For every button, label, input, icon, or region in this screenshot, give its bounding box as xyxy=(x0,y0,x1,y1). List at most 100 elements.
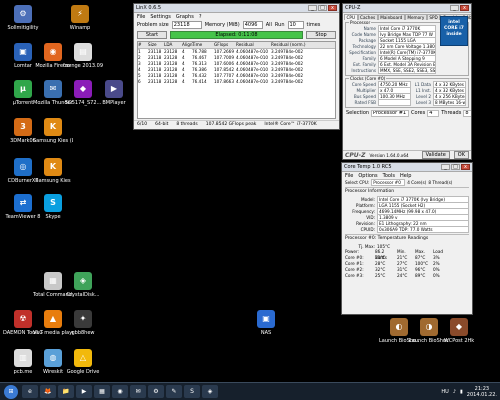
column-header[interactable]: Residual xyxy=(236,42,271,48)
temperature-table: Power: 86.2 Watts Min. Max. Load Core #0… xyxy=(342,249,472,279)
taskbar-app-icon[interactable]: ✉ xyxy=(130,385,146,398)
cache-value: 8 MBytes 16-way xyxy=(433,98,466,106)
menu-graphs[interactable]: Graphs xyxy=(176,14,194,20)
cache-label: L1 Data xyxy=(414,81,431,87)
desktop-icon[interactable]: ◆ WCPost 2Hk xyxy=(439,318,479,344)
linx-window: LinX 0.6.5 _ □ x File Settings Graphs ? … xyxy=(133,3,340,130)
desktop-icon-label: gbb8hew xyxy=(71,330,95,336)
desktop-icon[interactable]: S Skype xyxy=(33,194,73,220)
minimize-button[interactable]: _ xyxy=(441,164,450,170)
clock[interactable]: 21:23 2014.01.22. xyxy=(467,386,497,398)
column-header[interactable]: LDA xyxy=(164,42,182,48)
close-button[interactable]: x xyxy=(460,5,469,11)
taskbar-app-icon[interactable]: S xyxy=(184,385,200,398)
app-icon: ◐ xyxy=(390,318,408,336)
tab-mainboard[interactable]: Mainboard xyxy=(377,14,405,20)
cpuz-titlebar[interactable]: CPU-Z _ x xyxy=(343,4,471,13)
taskbar-app-icon[interactable]: ◈ xyxy=(202,385,218,398)
cores-label: Cores xyxy=(411,110,426,116)
column-header[interactable]: GFlops xyxy=(214,42,236,48)
taskbar-app-icon[interactable]: ✎ xyxy=(166,385,182,398)
tab-spd[interactable]: SPD xyxy=(426,14,441,20)
desktop-icon[interactable]: △ Google Drive xyxy=(63,349,103,375)
app-icon: ▲ xyxy=(44,310,62,328)
menu-help[interactable]: ? xyxy=(199,14,202,20)
menu-settings[interactable]: Settings xyxy=(150,14,171,20)
desktop-icon[interactable]: K Samsung Kies xyxy=(33,158,73,184)
column-header[interactable]: # xyxy=(138,42,148,48)
app-icon: ◍ xyxy=(44,349,62,367)
app-icon: ▣ xyxy=(257,310,275,328)
clock-date: 2014.01.22. xyxy=(466,391,497,398)
language-indicator[interactable]: HU xyxy=(441,389,448,395)
select-cpu-dropdown[interactable]: Processor #0 xyxy=(371,178,406,186)
ok-button[interactable]: OK xyxy=(453,151,469,159)
taskbar-app-icon[interactable]: ◉ xyxy=(112,385,128,398)
cpuz-footer: CPU-Z Version 1.64.0.x64 Validate OK xyxy=(343,150,471,159)
clock-value xyxy=(378,98,411,106)
table-row[interactable]: 6 23118 23128 4 76.414 107.8663 4.060487e-010 3… xyxy=(138,79,335,85)
memory-label: Memory (MiB) xyxy=(204,22,240,28)
close-button[interactable]: x xyxy=(461,164,470,170)
taskbar-app-icon[interactable]: 📁 xyxy=(58,385,74,398)
desktop-icon[interactable]: ▤ csvnge 2013.09.22 xyxy=(63,43,103,69)
clocks-group-label: Clocks (Core #0) xyxy=(349,76,387,81)
cpuz-title: CPU-Z xyxy=(345,5,361,11)
cores-value: 4 xyxy=(427,109,440,117)
taskbar-app-icon[interactable]: 🦊 xyxy=(40,385,56,398)
all-checkbox[interactable]: All xyxy=(266,22,272,28)
desktop-icon-label: BMPlayer xyxy=(102,100,126,106)
column-header[interactable]: Align. xyxy=(182,42,194,48)
tab-memory[interactable]: Memory xyxy=(404,14,427,20)
maximize-button[interactable]: □ xyxy=(318,5,327,11)
desktop-icon[interactable]: ▶ BMPlayer xyxy=(94,80,134,106)
column-header[interactable]: Residual (norm.) xyxy=(271,42,306,48)
desktop-icon-label: Google Drive xyxy=(66,369,100,375)
column-header[interactable]: Size xyxy=(148,42,164,48)
app-icon: ▦ xyxy=(44,272,62,290)
taskbar-app-icon[interactable]: ▶ xyxy=(76,385,92,398)
network-icon[interactable]: ▮ xyxy=(460,389,463,395)
cache-label: L1 Inst. xyxy=(415,87,431,93)
run-count-field[interactable]: 10 xyxy=(287,21,304,29)
linx-settings-row: Problem size 23118 Memory (MiB) 4096 All… xyxy=(134,20,339,30)
info-label: VID: xyxy=(366,214,375,220)
taskbar-app-icon[interactable]: ⚙ xyxy=(148,385,164,398)
taskbar-app-icon[interactable]: ▦ xyxy=(94,385,110,398)
info-label: Model: xyxy=(361,196,375,202)
volume-icon[interactable]: ♪ xyxy=(453,389,456,395)
problem-size-field[interactable]: 23118 xyxy=(171,21,202,29)
selection-dropdown[interactable]: Processor #1 xyxy=(371,109,410,117)
column-header[interactable]: Time xyxy=(192,42,214,48)
memory-field[interactable]: 4096 xyxy=(242,21,263,29)
stop-button[interactable]: Stop xyxy=(306,31,336,39)
coretemp-titlebar[interactable]: Core Temp 1.0 RC5 _ □ x xyxy=(342,163,472,172)
desktop-icon[interactable]: ⚙ Sollmitigility xyxy=(3,5,43,31)
desktop-icon[interactable]: ▣ NAS xyxy=(246,310,286,336)
desktop-icon[interactable]: ◈ CrystalDisk... xyxy=(63,272,103,298)
desktop-icon[interactable]: K Samsung Kies (Lite) xyxy=(33,118,73,144)
taskbar-app-icon[interactable]: e xyxy=(22,385,38,398)
cpuz-window: CPU-Z _ x CPUCachesMainboardMemorySPDGra… xyxy=(342,3,472,160)
minimize-button[interactable]: _ xyxy=(450,5,459,11)
processor-group-label: Processor xyxy=(349,20,372,25)
desktop-icon-label: csvnge 2013.09.22 xyxy=(63,63,103,69)
validate-button[interactable]: Validate xyxy=(421,151,450,159)
menu-file[interactable]: File xyxy=(345,173,353,179)
minimize-button[interactable]: _ xyxy=(308,5,317,11)
menu-file[interactable]: File xyxy=(137,14,145,20)
start-button[interactable]: ⊞ xyxy=(4,384,18,399)
linx-menubar: File Settings Graphs ? xyxy=(134,13,339,20)
linx-titlebar[interactable]: LinX 0.6.5 _ □ x xyxy=(134,4,339,13)
maximize-button[interactable]: □ xyxy=(451,164,460,170)
app-icon: ◑ xyxy=(420,318,438,336)
desktop-icon[interactable]: ⚡ Winamp xyxy=(60,5,100,31)
desktop-icon[interactable]: ✦ gbb8hew xyxy=(63,310,103,336)
start-button[interactable]: Start xyxy=(137,31,167,39)
temperature-readings-label: Processor #0: Temperature Readings xyxy=(345,234,469,241)
threads-count: 8 Thread(s) xyxy=(428,179,453,185)
table-cell: 4.060487e-010 xyxy=(236,79,269,84)
close-button[interactable]: x xyxy=(328,5,337,11)
results-header: # Size LDA Align. Time GFlops Residual Residual… xyxy=(138,42,335,49)
app-icon: ⇄ xyxy=(14,194,32,212)
